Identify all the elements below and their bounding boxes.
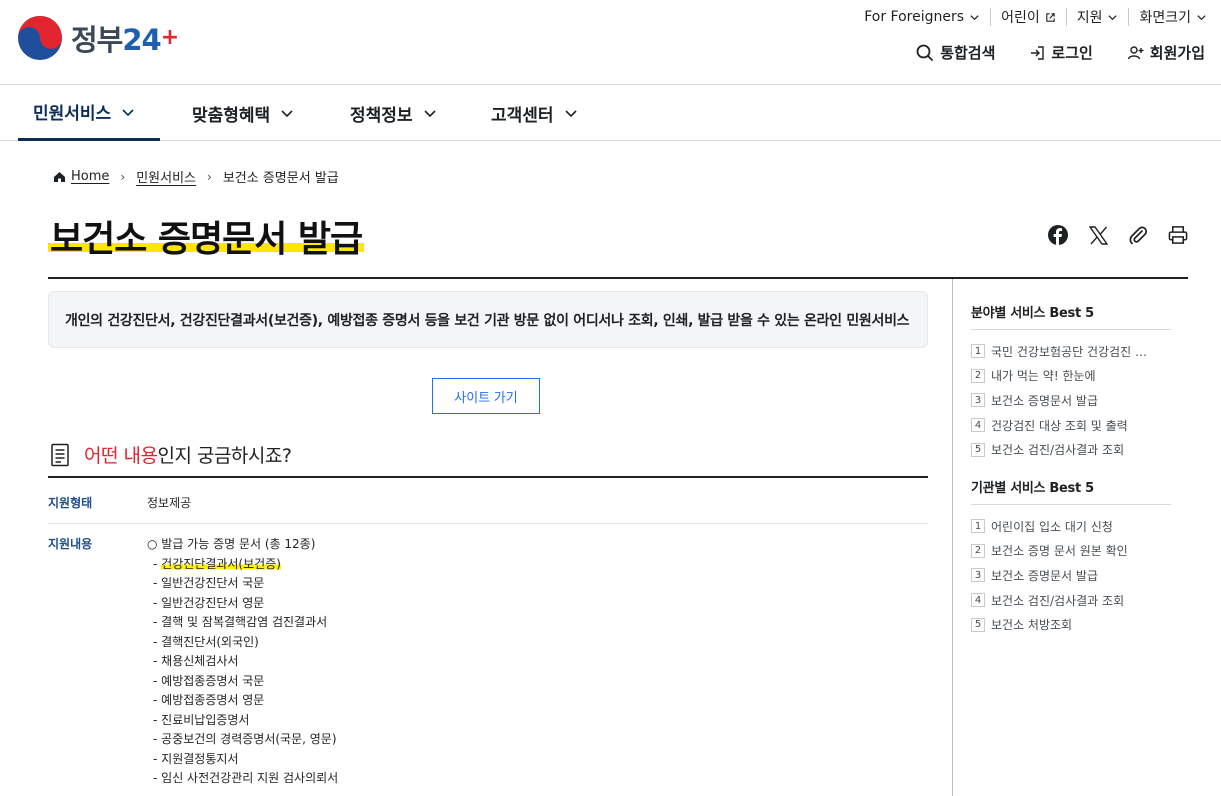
site-header: 정부24+ For Foreigners 어린이 지원 화면크기 통합검색 로그… [0,0,1221,85]
chevron-down-icon [281,110,293,118]
share-tools [1048,224,1188,246]
document-list-heading: ○ 발급 가능 증명 문서 (총 12종) [147,537,316,551]
field-best-item[interactable]: 2 내가 먹는 약! 한눈에 [971,364,1171,389]
print-icon[interactable] [1168,224,1188,246]
logo-text: 정부24+ [71,23,179,57]
org-best-title: 기관별 서비스 Best 5 [971,477,1171,505]
chevron-down-icon [122,108,134,116]
support-type-row: 지원형태 정보제공 [48,494,928,524]
list-item: - 채용신체검사서 [153,654,239,668]
document-icon [51,443,69,466]
org-best-item[interactable]: 2 보건소 증명 문서 원본 확인 [971,539,1171,564]
utility-links: For Foreigners 어린이 지원 화면크기 [854,8,1207,26]
gnb-item-civil-service[interactable]: 민원서비스 [18,85,160,141]
list-item: - 진료비납입증명서 [153,712,250,727]
home-icon [54,171,65,182]
org-best-item[interactable]: 1 어린이집 입소 대기 신청 [971,514,1171,539]
list-item: - 결핵진단서(외국인) [153,634,259,649]
chevron-down-icon [970,14,979,20]
section-divider [48,476,928,478]
list-item: - 임신 사전건강관리 지원 검사의뢰서 [153,771,339,785]
for-foreigners-link[interactable]: For Foreigners [854,8,990,26]
link-copy-icon[interactable] [1128,224,1148,246]
list-item: - 예방접종증명서 국문 [153,673,265,688]
field-best-item[interactable]: 5 보건소 검진/검사결과 조회 [971,437,1171,462]
support-type-value: 정보제공 [147,496,192,510]
breadcrumb-current: 보건소 증명문서 발급 [222,171,339,186]
support-content-label: 지원내용 [48,537,93,551]
main-navigation: 민원서비스 맞춤형혜택 정책정보 고객센터 [0,85,1221,141]
screen-size-menu[interactable]: 화면크기 [1128,8,1207,26]
search-icon [916,44,934,61]
list-item: - 일반건강진단서 국문 [153,576,265,590]
field-best-title: 분야별 서비스 Best 5 [971,302,1171,330]
user-add-icon [1127,45,1144,59]
field-best-item[interactable]: 3 보건소 증명문서 발급 [971,388,1171,413]
gnb-item-customer-center[interactable]: 고객센터 [491,85,578,141]
list-item: - 예방접종증명서 영문 [153,693,265,707]
document-list: ○ 발급 가능 증명 문서 (총 12종) - 건강진단결과서(보건증) - 일… [147,535,338,789]
kids-link[interactable]: 어린이 [990,8,1066,26]
org-best-item[interactable]: 3 보건소 증명문서 발급 [971,563,1171,588]
list-item: - 결핵 및 잠복결핵감염 검진결과서 [153,615,328,629]
member-links: 통합검색 로그인 회원가입 [916,42,1205,63]
list-item: - 지원결정통지서 [153,751,239,766]
login-button[interactable]: 로그인 [1029,42,1093,63]
org-best-item[interactable]: 5 보건소 처방조회 [971,612,1171,637]
chevron-down-icon [423,110,436,118]
breadcrumb-home[interactable]: Home [53,169,109,184]
chevron-right-icon: › [120,169,126,184]
chevron-right-icon: › [207,169,212,184]
breadcrumb-civil-service[interactable]: 민원서비스 [136,167,196,186]
support-menu[interactable]: 지원 [1065,8,1129,26]
chevron-down-icon [1108,14,1118,20]
service-summary: 개인의 건강진단서, 건강진단결과서(보건증), 예방접종 증명서 등을 보건 … [48,291,928,348]
list-item: - 공중보건의 경력증명서(국문, 영문) [153,732,337,746]
chevron-down-icon [1197,14,1206,20]
field-best-services: 분야별 서비스 Best 5 1국민 건강보험공단 건강검진 결과조회 2내가 … [971,302,1171,462]
breadcrumb: Home › 민원서비스 › 보건소 증명문서 발급 [53,167,339,186]
chevron-down-icon [564,110,577,118]
facebook-icon[interactable] [1048,224,1068,246]
site-logo[interactable]: 정부24+ [17,15,179,61]
field-best-item[interactable]: 4 건강검진 대상 조회 및 출력 [971,413,1171,438]
support-type-label: 지원형태 [48,496,93,510]
title-divider [48,277,1188,279]
go-to-site-button[interactable]: 사이트 가기 [432,378,540,414]
list-item: - 일반건강진단서 영문 [153,595,265,610]
page-title: 보건소 증명문서 발급 [48,219,365,260]
taegeuk-logo-icon [18,16,62,60]
org-best-item[interactable]: 4 보건소 검진/검사결과 조회 [971,588,1171,613]
login-icon [1031,45,1045,60]
section-heading: 어떤 내용인지 궁금하시죠? [50,441,292,468]
list-item: - 건강진단결과서(보건증) [153,556,281,571]
x-icon[interactable] [1088,224,1108,246]
external-link-icon [1045,12,1055,22]
signup-button[interactable]: 회원가입 [1127,42,1205,63]
sidebar-divider [952,279,953,796]
search-button[interactable]: 통합검색 [916,42,995,63]
gnb-item-policy-info[interactable]: 정책정보 [350,85,437,141]
org-best-services: 기관별 서비스 Best 5 1 어린이집 입소 대기 신청 2 보건소 증명 문서… [971,477,1171,637]
field-best-item[interactable]: 1국민 건강보험공단 건강검진 결과조회 [971,339,1171,364]
gnb-item-custom-benefits[interactable]: 맞춤형혜택 [192,85,294,141]
